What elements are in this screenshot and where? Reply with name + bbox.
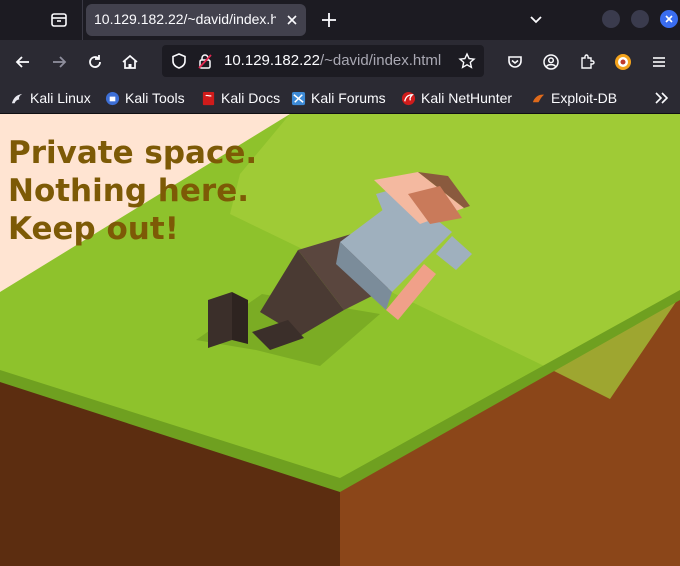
shield-icon[interactable] (168, 50, 190, 72)
chevron-down-icon[interactable] (526, 10, 546, 30)
bookmark-label: Kali Linux (30, 90, 91, 106)
bookmark-label: Kali Docs (221, 90, 281, 106)
home-icon[interactable] (119, 51, 141, 73)
kali-forums-icon (291, 91, 306, 105)
kali-tools-icon (105, 91, 120, 105)
bookmark-label: Exploit-DB (551, 90, 618, 106)
extensions-icon[interactable] (576, 51, 598, 73)
window-close-button[interactable] (660, 10, 678, 28)
bookmark-star-icon[interactable] (456, 50, 478, 72)
url-bar[interactable]: 10.129.182.22/~david/index.html (162, 45, 484, 77)
forward-arrow-icon[interactable] (48, 51, 70, 73)
bookmarks-toolbar: Kali Linux Kali Tools Kali Docs Kali For… (0, 83, 680, 113)
exploit-db-icon (532, 94, 545, 102)
tab-active[interactable]: 10.129.182.22/~david/index.html (86, 4, 306, 36)
bookmark-kali-forums[interactable]: Kali Forums (291, 88, 386, 108)
maximize-button[interactable] (631, 10, 649, 28)
minimize-button[interactable] (602, 10, 620, 28)
page-content: Private space. Nothing here. Keep out! (0, 114, 680, 566)
close-icon (665, 15, 673, 23)
page-heading: Private space. Nothing here. Keep out! (8, 134, 257, 248)
url-path: /~david/index.html (319, 52, 442, 69)
bookmark-kali-nethunter[interactable]: Kali NetHunter (401, 88, 512, 108)
chevron-double-right-icon[interactable] (650, 87, 672, 109)
heading-line-3: Keep out! (8, 211, 179, 247)
tab-title: 10.129.182.22/~david/index.html (94, 11, 276, 27)
account-icon[interactable] (540, 51, 562, 73)
bookmark-label: Kali Forums (311, 90, 386, 106)
tab-separator (82, 0, 83, 40)
tab-bar: 10.129.182.22/~david/index.html (0, 0, 680, 40)
back-arrow-icon[interactable] (12, 51, 34, 73)
bookmark-exploit-db[interactable]: Exploit-DB (531, 88, 617, 108)
navigation-toolbar: 10.129.182.22/~david/index.html (0, 40, 680, 83)
close-tab-icon[interactable] (284, 12, 300, 28)
kali-nethunter-icon (401, 91, 416, 105)
url-host: 10.129.182.22 (224, 52, 320, 69)
hamburger-menu-icon[interactable] (648, 51, 670, 73)
extension-badge-icon[interactable] (612, 51, 634, 73)
new-tab-icon[interactable] (318, 9, 340, 31)
pocket-icon[interactable] (504, 51, 526, 73)
bookmark-kali-linux[interactable]: Kali Linux (10, 88, 91, 108)
kali-dragon-icon (11, 93, 23, 103)
url-text[interactable]: 10.129.182.22/~david/index.html (224, 52, 441, 69)
heading-line-2: Nothing here. (8, 173, 249, 209)
firefox-view-icon[interactable] (48, 9, 70, 31)
reload-icon[interactable] (84, 51, 106, 73)
bookmark-kali-tools[interactable]: Kali Tools (105, 88, 185, 108)
heading-line-1: Private space. (8, 135, 258, 171)
kali-docs-icon (202, 91, 215, 105)
insecure-lock-icon[interactable] (194, 50, 216, 72)
bookmark-label: Kali NetHunter (421, 90, 513, 106)
bookmark-label: Kali Tools (125, 90, 185, 106)
bookmark-kali-docs[interactable]: Kali Docs (201, 88, 280, 108)
